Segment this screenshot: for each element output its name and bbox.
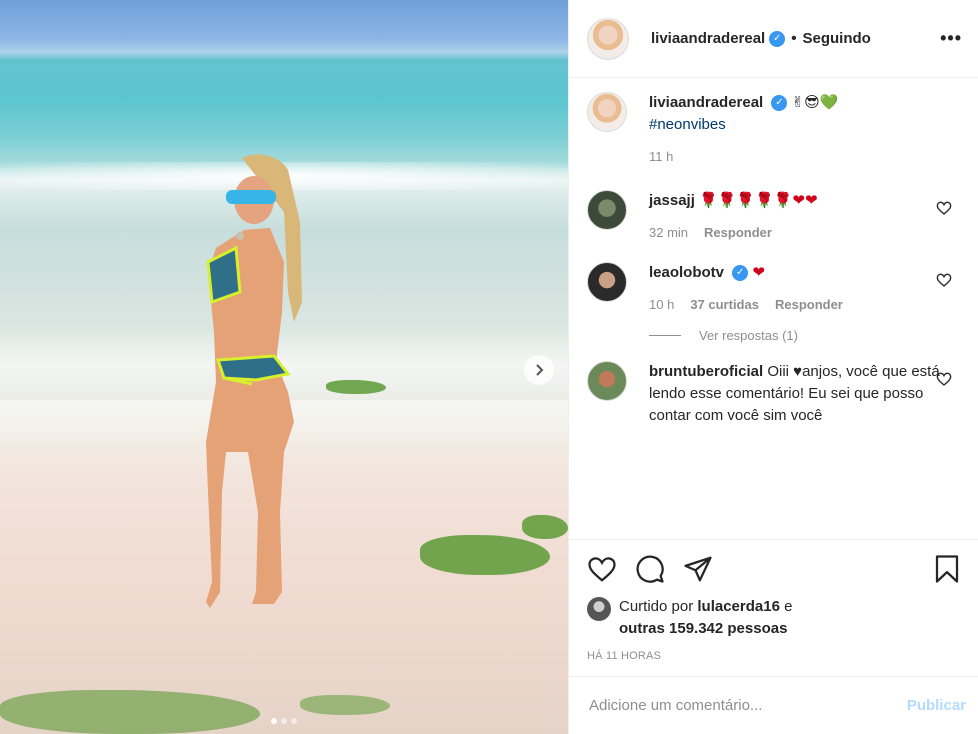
heart-icon[interactable] — [936, 371, 952, 387]
likes-count[interactable]: outras 159.342 pessoas — [619, 620, 787, 637]
carousel-indicator — [271, 718, 297, 724]
view-replies-button[interactable]: Ver respostas (1) — [649, 328, 962, 343]
comment-input[interactable] — [589, 697, 907, 714]
comment-icon[interactable] — [635, 554, 665, 584]
follow-status-button[interactable]: Seguindo — [803, 30, 871, 47]
comment-row: leaolobotv ✓ ❤ 10 h 37 curtidas Responde… — [587, 262, 962, 316]
post-header: liviaandradereal ✓ • Seguindo ••• — [569, 0, 978, 78]
liked-by-and: e — [784, 598, 793, 615]
verified-badge-icon: ✓ — [771, 95, 788, 112]
heart-icon[interactable] — [936, 200, 952, 216]
seaweed — [300, 695, 390, 715]
add-comment-bar: Publicar — [569, 676, 978, 734]
carousel-dot — [271, 718, 277, 724]
share-icon[interactable] — [683, 554, 713, 584]
post-modal: liviaandradereal ✓ • Seguindo ••• liviaa… — [0, 0, 978, 734]
carousel-dot — [291, 718, 297, 724]
follow-status-separator: • — [791, 30, 797, 47]
carousel-next-button[interactable] — [524, 355, 554, 385]
comment-username[interactable]: bruntuberoficial — [649, 363, 763, 380]
comment-time[interactable]: 10 h — [649, 294, 674, 316]
avatar[interactable] — [587, 92, 627, 132]
avatar[interactable] — [587, 361, 627, 401]
post-actions: Curtido por lulacerda16 e outras 159.342… — [569, 539, 978, 676]
post-timestamp[interactable]: HÁ 11 HORAS — [587, 650, 962, 676]
caption-emojis: ✌😎💚 — [791, 94, 839, 111]
caption-username[interactable]: liviaandradereal — [649, 94, 763, 111]
comment-username[interactable]: leaolobotv — [649, 264, 724, 281]
caption-time[interactable]: 11 h — [649, 146, 673, 168]
seaweed — [420, 535, 550, 575]
comment-time[interactable]: 32 min — [649, 222, 688, 244]
post-photo[interactable] — [0, 0, 568, 734]
caption-hashtag[interactable]: #neonvibes — [649, 116, 726, 133]
avatar[interactable] — [587, 17, 629, 60]
verified-badge-icon: ✓ — [769, 30, 786, 47]
comment-username[interactable]: jassajj — [649, 192, 695, 209]
chevron-right-icon — [536, 364, 544, 376]
like-heart-icon[interactable] — [587, 554, 617, 584]
verified-badge-icon: ✓ — [732, 265, 749, 282]
avatar[interactable] — [587, 190, 627, 230]
heart-icon[interactable] — [936, 272, 952, 288]
comment-row: jassajj 🌹🌹🌹🌹🌹❤❤ 32 min Responder — [587, 190, 962, 244]
comment-row: bruntuberoficial Oiii ♥anjos, você que e… — [587, 361, 962, 445]
woman-figure — [206, 154, 302, 608]
comment-text: ❤ — [752, 264, 765, 281]
post-side-panel: liviaandradereal ✓ • Seguindo ••• liviaa… — [568, 0, 978, 734]
comment-text: 🌹🌹🌹🌹🌹❤❤ — [699, 192, 818, 209]
comments-list[interactable]: liviaandradereal ✓ ✌😎💚 #neonvibes 11 h j… — [569, 78, 978, 539]
likes-summary: Curtido por lulacerda16 e outras 159.342… — [587, 596, 962, 640]
reply-button[interactable]: Responder — [775, 294, 843, 316]
header-username[interactable]: liviaandradereal — [651, 30, 765, 47]
seaweed — [522, 515, 568, 539]
comment-likes[interactable]: 37 curtidas — [690, 294, 759, 316]
avatar[interactable] — [587, 597, 611, 621]
more-options-icon[interactable]: ••• — [940, 28, 962, 49]
caption: liviaandradereal ✓ ✌😎💚 #neonvibes 11 h — [587, 92, 962, 168]
seaweed — [0, 690, 260, 734]
bookmark-icon[interactable] — [932, 554, 962, 584]
publish-button[interactable]: Publicar — [907, 697, 966, 714]
liked-by-prefix: Curtido por — [619, 598, 694, 615]
seaweed — [326, 380, 386, 394]
replies-divider — [649, 335, 681, 336]
reply-button[interactable]: Responder — [704, 222, 772, 244]
view-replies-label: Ver respostas (1) — [699, 328, 798, 343]
avatar[interactable] — [587, 262, 627, 302]
carousel-dot — [281, 718, 287, 724]
liked-by-user[interactable]: lulacerda16 — [697, 598, 780, 615]
